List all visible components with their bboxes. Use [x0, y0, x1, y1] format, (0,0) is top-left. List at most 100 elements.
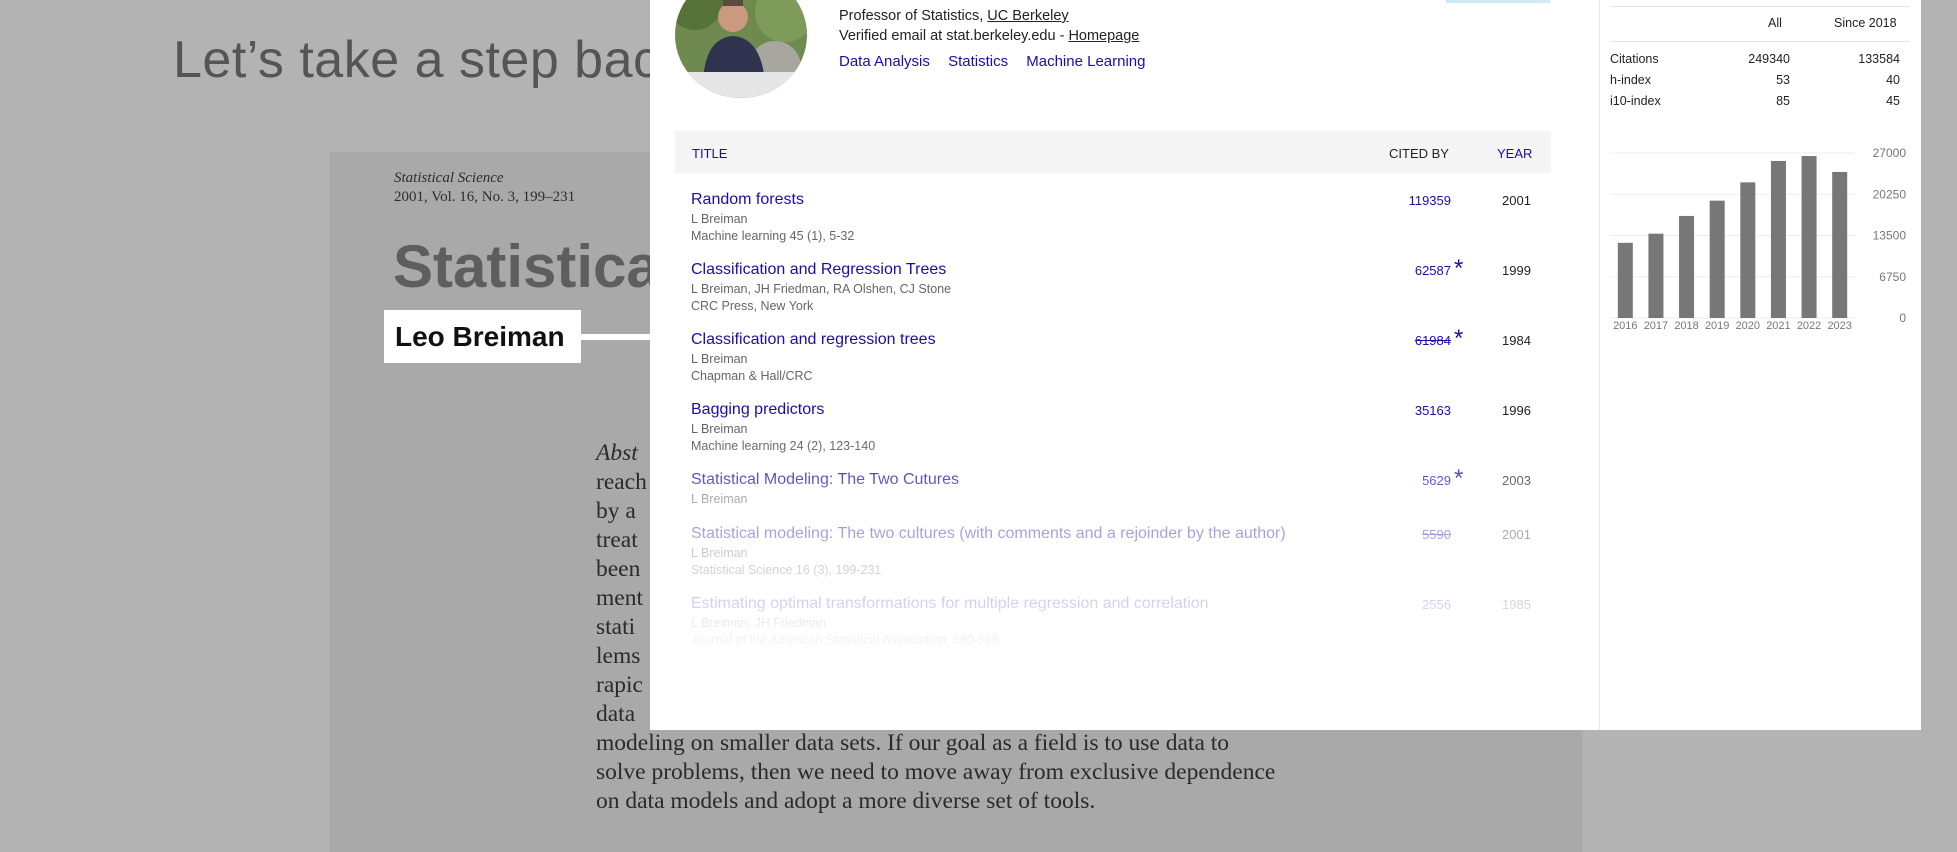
- x-tick-label: 2019: [1705, 320, 1729, 332]
- article-venue: CRC Press, New York: [691, 299, 814, 313]
- article-venue: Journal of the American Statistical Asso…: [691, 633, 999, 647]
- interest-link[interactable]: Data Analysis: [839, 53, 930, 70]
- citations-per-year-chart: 27000 20250 13500 6750 0 2016 2017 2018 2019 202…: [1610, 146, 1907, 332]
- x-tick-label: 2020: [1736, 320, 1760, 332]
- article-venue: Chapman & Hall/CRC: [691, 369, 813, 383]
- stats-label: Citations: [1610, 52, 1659, 66]
- stats-label: i10-index: [1610, 94, 1661, 108]
- stats-col-all: All: [1768, 16, 1782, 30]
- table-row: Random forests L Breiman Machine learnin…: [691, 191, 1551, 243]
- stats-divider: [1599, 0, 1600, 730]
- stats-divider-line: [1610, 6, 1910, 7]
- author-highlight: Leo Breiman: [384, 310, 581, 363]
- profile-avatar: [675, 0, 807, 98]
- chart-bar[interactable]: [1679, 215, 1695, 318]
- article-year: 1984: [1502, 333, 1531, 348]
- stats-all-value: 85: [1776, 94, 1790, 108]
- sort-by-title[interactable]: TITLE: [692, 146, 727, 161]
- x-tick-label: 2023: [1827, 320, 1851, 332]
- chart-bar[interactable]: [1832, 171, 1848, 318]
- article-venue: Statistical Science 16 (3), 199-231: [691, 563, 882, 577]
- chart-bar[interactable]: [1709, 200, 1725, 318]
- slide-title: Let’s take a step back: [173, 31, 687, 89]
- paper-volume: 2001, Vol. 16, No. 3, 199–231: [394, 189, 576, 205]
- author-connector: [581, 334, 651, 340]
- merged-star-icon[interactable]: *: [1454, 325, 1463, 353]
- sort-by-year[interactable]: YEAR: [1497, 146, 1532, 161]
- article-year: 2001: [1502, 193, 1531, 208]
- article-venue: Machine learning 45 (1), 5-32: [691, 229, 855, 243]
- article-authors: L Breiman, JH Friedman: [691, 616, 826, 630]
- x-tick-label: 2017: [1644, 320, 1668, 332]
- sort-by-cited[interactable]: CITED BY: [1389, 146, 1449, 161]
- article-year: 1996: [1502, 403, 1531, 418]
- chart-bar[interactable]: [1770, 160, 1786, 318]
- chart-bar[interactable]: [1617, 242, 1633, 318]
- table-row: Bagging predictors L Breiman Machine lea…: [691, 401, 1551, 453]
- stats-since-value: 45: [1886, 94, 1900, 108]
- cited-by-link[interactable]: 62587: [1415, 263, 1451, 278]
- homepage-link[interactable]: Homepage: [1068, 28, 1139, 44]
- stats-all-value: 53: [1776, 73, 1790, 87]
- y-tick-label: 13500: [1873, 229, 1907, 243]
- table-row: Classification and Regression Trees L Br…: [691, 255, 1551, 313]
- table-row: Statistical Modeling: The Two Cutures L …: [691, 465, 1551, 506]
- profile-email: Verified email at stat.berkeley.edu - Ho…: [839, 28, 1139, 44]
- article-authors: L Breiman: [691, 422, 748, 436]
- article-authors: L Breiman: [691, 546, 748, 560]
- profile-affiliation: Professor of Statistics, UC Berkeley: [839, 8, 1069, 24]
- article-year: 1985: [1502, 597, 1531, 612]
- table-row: Classification and regression trees L Br…: [691, 325, 1551, 383]
- abstract-line: modeling on smaller data sets. If our go…: [596, 730, 1230, 756]
- chart-bar[interactable]: [1648, 233, 1664, 318]
- cited-by-link[interactable]: 5590: [1422, 527, 1451, 542]
- stats-divider-line: [1610, 41, 1910, 42]
- article-authors: L Breiman: [691, 212, 748, 226]
- article-authors: L Breiman: [691, 352, 748, 366]
- stats-since-value: 40: [1886, 73, 1900, 87]
- table-row: Estimating optimal transformations for m…: [691, 595, 1551, 647]
- abstract-line: on data models and adopt a more diverse …: [596, 788, 1096, 814]
- merged-star-icon[interactable]: *: [1454, 465, 1463, 493]
- interests-list: Data Analysis Statistics Machine Learnin…: [839, 53, 1160, 70]
- stats-since-value: 133584: [1858, 52, 1900, 66]
- y-tick-label: 0: [1899, 311, 1906, 325]
- article-year: 2003: [1502, 473, 1531, 488]
- chart-x-labels: 2016 2017 2018 2019 2020 2021 2022 2023: [1613, 320, 1852, 332]
- affiliation-link[interactable]: UC Berkeley: [987, 8, 1068, 24]
- x-tick-label: 2021: [1766, 320, 1790, 332]
- chart-bar[interactable]: [1740, 182, 1756, 318]
- cited-by-link[interactable]: 2556: [1422, 597, 1451, 612]
- merged-star-icon[interactable]: *: [1454, 255, 1463, 283]
- follow-button[interactable]: [1446, 0, 1550, 3]
- y-tick-label: 20250: [1873, 187, 1907, 201]
- paper-journal: Statistical Science: [394, 170, 504, 186]
- cited-by-link[interactable]: 5629: [1422, 473, 1451, 488]
- y-tick-label: 6750: [1879, 270, 1906, 284]
- paper-title: Statistica: [393, 233, 660, 300]
- cited-by-link[interactable]: 61984: [1415, 333, 1451, 348]
- y-tick-label: 27000: [1873, 146, 1907, 160]
- table-row: Statistical modeling: The two cultures (…: [691, 525, 1551, 577]
- abstract-line: solve problems, then we need to move awa…: [596, 759, 1276, 785]
- cited-by-link[interactable]: 35163: [1415, 403, 1451, 418]
- stats-label: h-index: [1610, 73, 1651, 87]
- interest-link[interactable]: Machine Learning: [1026, 53, 1145, 70]
- stats-all-value: 249340: [1748, 52, 1790, 66]
- interest-link[interactable]: Statistics: [948, 53, 1008, 70]
- article-venue: Machine learning 24 (2), 123-140: [691, 439, 876, 453]
- article-year: 1999: [1502, 263, 1531, 278]
- x-tick-label: 2016: [1613, 320, 1637, 332]
- chart-grid: [1610, 152, 1855, 319]
- article-year: 2001: [1502, 527, 1531, 542]
- email-text: Verified email at stat.berkeley.edu -: [839, 28, 1069, 44]
- x-tick-label: 2018: [1674, 320, 1698, 332]
- chart-bar[interactable]: [1801, 156, 1817, 318]
- x-tick-label: 2022: [1797, 320, 1821, 332]
- article-authors: L Breiman, JH Friedman, RA Olshen, CJ St…: [691, 282, 952, 296]
- cited-by-link[interactable]: 119359: [1409, 193, 1451, 208]
- chart-bars: [1617, 156, 1848, 318]
- articles-table-header: TITLE CITED BY YEAR: [675, 131, 1551, 173]
- chart-y-ticks: 27000 20250 13500 6750 0: [1873, 146, 1907, 325]
- affiliation-text: Professor of Statistics,: [839, 8, 988, 24]
